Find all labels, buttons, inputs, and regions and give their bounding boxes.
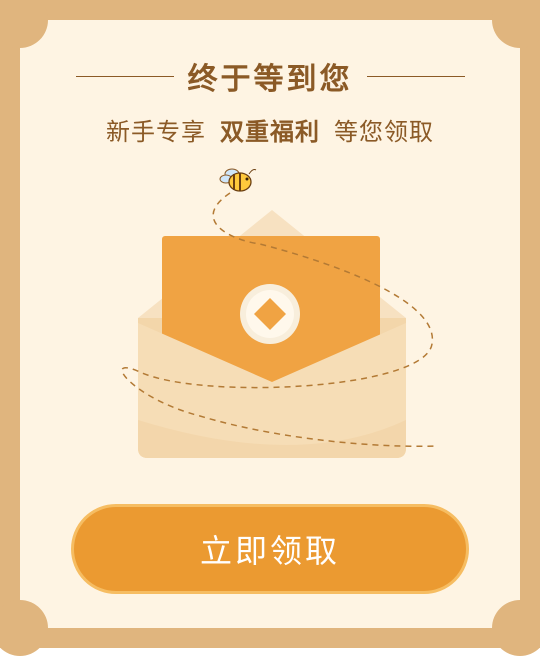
coin-icon [240,284,300,344]
title-rule-left [75,75,174,77]
title-row: 终于等到您 [0,56,540,97]
claim-button[interactable]: 立即领取 [71,504,469,594]
envelope-illustration [121,168,437,458]
subtitle-highlight: 双重福利 [220,118,320,146]
page-title: 终于等到您 [187,62,353,97]
title-rule-right [366,75,465,77]
subtitle-prefix: 新手专享 [106,118,206,146]
bee-icon [219,168,257,192]
welcome-card: 终于等到您 新手专享 双重福利 等您领取 立即领取 [0,0,540,656]
subtitle-suffix: 等您领取 [334,118,434,146]
claim-button-label: 立即领取 [199,532,340,570]
subtitle: 新手专享 双重福利 等您领取 [0,112,540,147]
